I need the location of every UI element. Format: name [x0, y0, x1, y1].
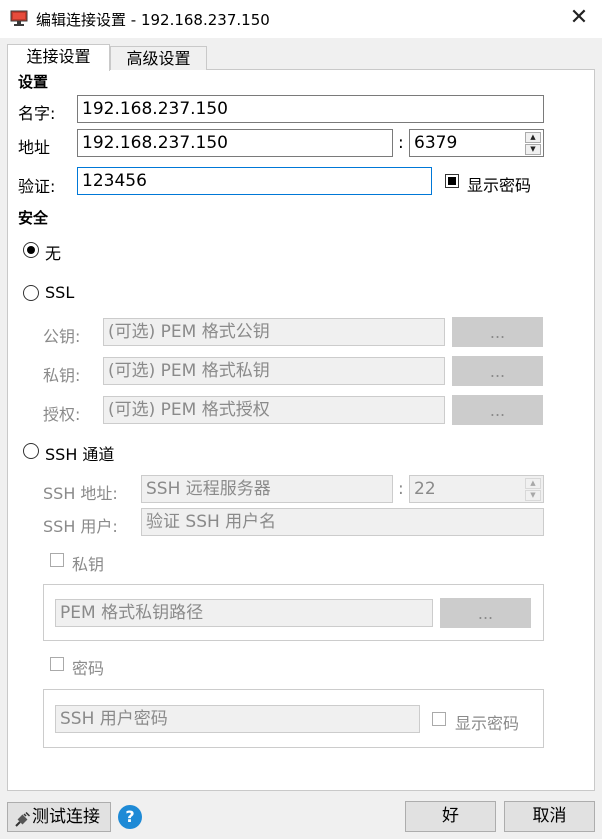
security-ssl-label: SSL — [45, 283, 75, 302]
port-value: 6379 — [414, 133, 458, 153]
tab-advanced-settings[interactable]: 高级设置 — [110, 46, 207, 70]
cancel-button[interactable]: 取消 — [504, 801, 595, 832]
spin-down-icon[interactable]: ▼ — [525, 490, 541, 501]
radio-dot — [27, 246, 35, 254]
port-spinbox[interactable]: 6379 ▲ ▼ — [409, 129, 544, 157]
plug-icon — [14, 809, 31, 827]
ssh-password-checkbox[interactable] — [50, 657, 64, 671]
test-connection-button[interactable]: 测试连接 — [7, 802, 111, 832]
security-ssh-label: SSH 通道 — [45, 445, 115, 464]
ssl-authority-browse-button[interactable]: ... — [452, 395, 543, 425]
ok-button[interactable]: 好 — [405, 801, 496, 832]
security-ssl-radio[interactable] — [23, 285, 39, 301]
tab-label: 高级设置 — [126, 49, 191, 68]
show-password-checkbox[interactable] — [445, 174, 459, 188]
ssh-port-value: 22 — [414, 479, 436, 499]
ssl-public-key-label: 公钥: — [43, 327, 81, 346]
ssh-user-label: SSH 用户: — [43, 517, 118, 536]
auth-password-input[interactable]: 123456 — [77, 167, 432, 195]
window-title: 编辑连接设置 - 192.168.237.150 — [36, 11, 270, 29]
ssl-private-key-input[interactable]: (可选) PEM 格式私钥 — [103, 357, 445, 385]
name-label: 名字: — [18, 104, 56, 123]
ssl-public-key-input[interactable]: (可选) PEM 格式公钥 — [103, 318, 445, 346]
ssh-address-input[interactable]: SSH 远程服务器 — [141, 475, 393, 503]
help-icon[interactable]: ? — [118, 805, 142, 829]
monitor-icon — [10, 10, 28, 26]
ssl-private-key-browse-button[interactable]: ... — [452, 356, 543, 386]
security-ssh-radio[interactable] — [23, 443, 39, 459]
ssh-private-key-path-input[interactable]: PEM 格式私钥路径 — [55, 599, 433, 627]
ssh-address-label: SSH 地址: — [43, 484, 118, 503]
ssh-show-password-checkbox[interactable] — [432, 712, 446, 726]
ssl-authority-label: 授权: — [43, 405, 81, 424]
ssh-port-spinbox[interactable]: 22 ▲ ▼ — [409, 475, 544, 503]
ssh-user-input[interactable]: 验证 SSH 用户名 — [141, 508, 544, 536]
ssh-private-key-browse-button[interactable]: ... — [440, 598, 531, 628]
address-input[interactable]: 192.168.237.150 — [77, 129, 393, 157]
port-separator: : — [398, 133, 404, 153]
ssh-private-key-checkbox-label: 私钥 — [72, 555, 105, 574]
security-section-title: 安全 — [18, 209, 49, 227]
tab-label: 连接设置 — [26, 47, 91, 66]
ssh-show-password-label: 显示密码 — [455, 714, 520, 733]
show-password-label: 显示密码 — [467, 176, 532, 195]
ssh-password-checkbox-label: 密码 — [72, 659, 105, 678]
security-none-label: 无 — [45, 244, 62, 263]
spin-down-icon[interactable]: ▼ — [525, 144, 541, 155]
ssh-private-key-checkbox[interactable] — [50, 553, 64, 567]
name-input[interactable]: 192.168.237.150 — [77, 95, 544, 123]
tab-connection-settings[interactable]: 连接设置 — [7, 44, 110, 71]
spin-up-icon[interactable]: ▲ — [525, 132, 541, 143]
ssh-password-input[interactable]: SSH 用户密码 — [55, 705, 420, 733]
ssh-port-separator: : — [398, 479, 404, 499]
ssl-public-key-browse-button[interactable]: ... — [452, 317, 543, 347]
checkbox-fill — [448, 177, 456, 185]
spin-up-icon[interactable]: ▲ — [525, 478, 541, 489]
settings-section-title: 设置 — [18, 73, 49, 91]
close-button[interactable]: ✕ — [566, 6, 592, 32]
auth-label: 验证: — [18, 177, 56, 196]
ssl-private-key-label: 私钥: — [43, 366, 81, 385]
ssl-authority-input[interactable]: (可选) PEM 格式授权 — [103, 396, 445, 424]
close-icon: ✕ — [569, 5, 589, 30]
address-label: 地址 — [18, 138, 51, 157]
test-connection-label: 测试连接 — [32, 807, 100, 827]
security-none-radio[interactable] — [23, 242, 39, 258]
